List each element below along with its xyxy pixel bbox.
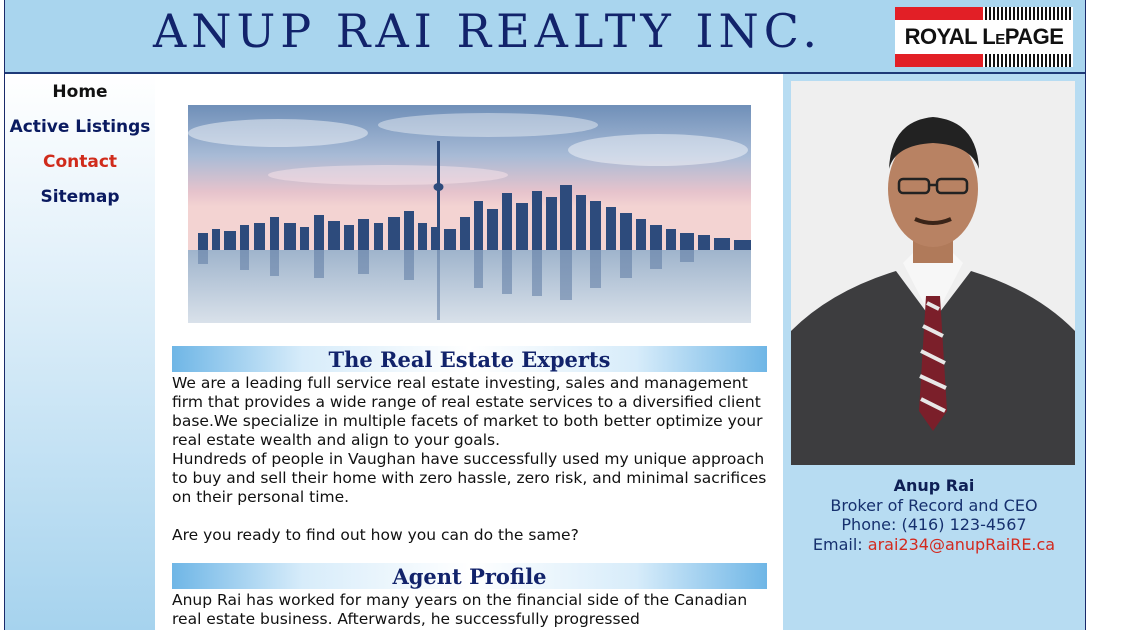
logo-red-stripe xyxy=(895,7,983,20)
site-container: ANUP RAI REALTY INC. ROYAL LEPAGE Home A… xyxy=(4,0,1086,630)
logo-red-stripe xyxy=(895,54,983,67)
section-heading-real-estate-experts: The Real Estate Experts xyxy=(172,346,767,372)
logo-barcode-stripe xyxy=(985,54,1073,67)
agent-phone: (416) 123-4567 xyxy=(901,515,1027,534)
nav-item-sitemap[interactable]: Sitemap xyxy=(5,180,155,215)
logo-text: ROYAL LEPAGE xyxy=(904,24,1064,49)
agent-contact-info: Anup Rai Broker of Record and CEO Phone:… xyxy=(783,476,1085,554)
nav-item-home[interactable]: Home xyxy=(5,75,155,110)
section-heading-agent-profile: Agent Profile xyxy=(172,563,767,589)
paragraph: We are a leading full service real estat… xyxy=(172,374,763,449)
nav-item-active-listings[interactable]: Active Listings xyxy=(5,110,155,145)
agent-email-line: Email: arai234@anupRaiRE.ca xyxy=(783,535,1085,555)
sidebar: Home Active Listings Contact Sitemap xyxy=(5,74,155,630)
main-content: The Real Estate Experts We are a leading… xyxy=(157,74,783,630)
section-body-agent-profile: Anup Rai has worked for many years on th… xyxy=(172,591,772,629)
paragraph: Are you ready to find out how you can do… xyxy=(172,526,579,544)
skyline-illustration xyxy=(188,105,751,323)
nav-item-contact[interactable]: Contact xyxy=(5,145,155,180)
section-body-real-estate-experts: We are a leading full service real estat… xyxy=(172,374,772,545)
agent-email-link[interactable]: arai234@anupRaiRE.ca xyxy=(868,535,1055,554)
nav-menu: Home Active Listings Contact Sitemap xyxy=(5,74,155,215)
agent-title: Broker of Record and CEO xyxy=(830,495,1038,515)
agent-phone-line: Phone: (416) 123-4567 xyxy=(783,515,1085,535)
paragraph: Hundreds of people in Vaughan have succe… xyxy=(172,450,767,506)
paragraph: Anup Rai has worked for many years on th… xyxy=(172,591,748,628)
header: ANUP RAI REALTY INC. ROYAL LEPAGE xyxy=(5,0,1085,74)
agent-email-label: Email: xyxy=(812,534,863,554)
toronto-skyline-image xyxy=(188,105,751,323)
agent-portrait-image xyxy=(791,81,1075,465)
agent-name: Anup Rai xyxy=(893,476,975,495)
logo-barcode-stripe xyxy=(985,7,1073,20)
royal-lepage-logo[interactable]: ROYAL LEPAGE xyxy=(895,7,1073,67)
agent-phone-label: Phone: xyxy=(841,515,897,534)
site-title: ANUP RAI REALTY INC. xyxy=(153,4,822,58)
agent-panel: Anup Rai Broker of Record and CEO Phone:… xyxy=(783,74,1085,630)
agent-portrait-illustration xyxy=(791,81,1075,465)
